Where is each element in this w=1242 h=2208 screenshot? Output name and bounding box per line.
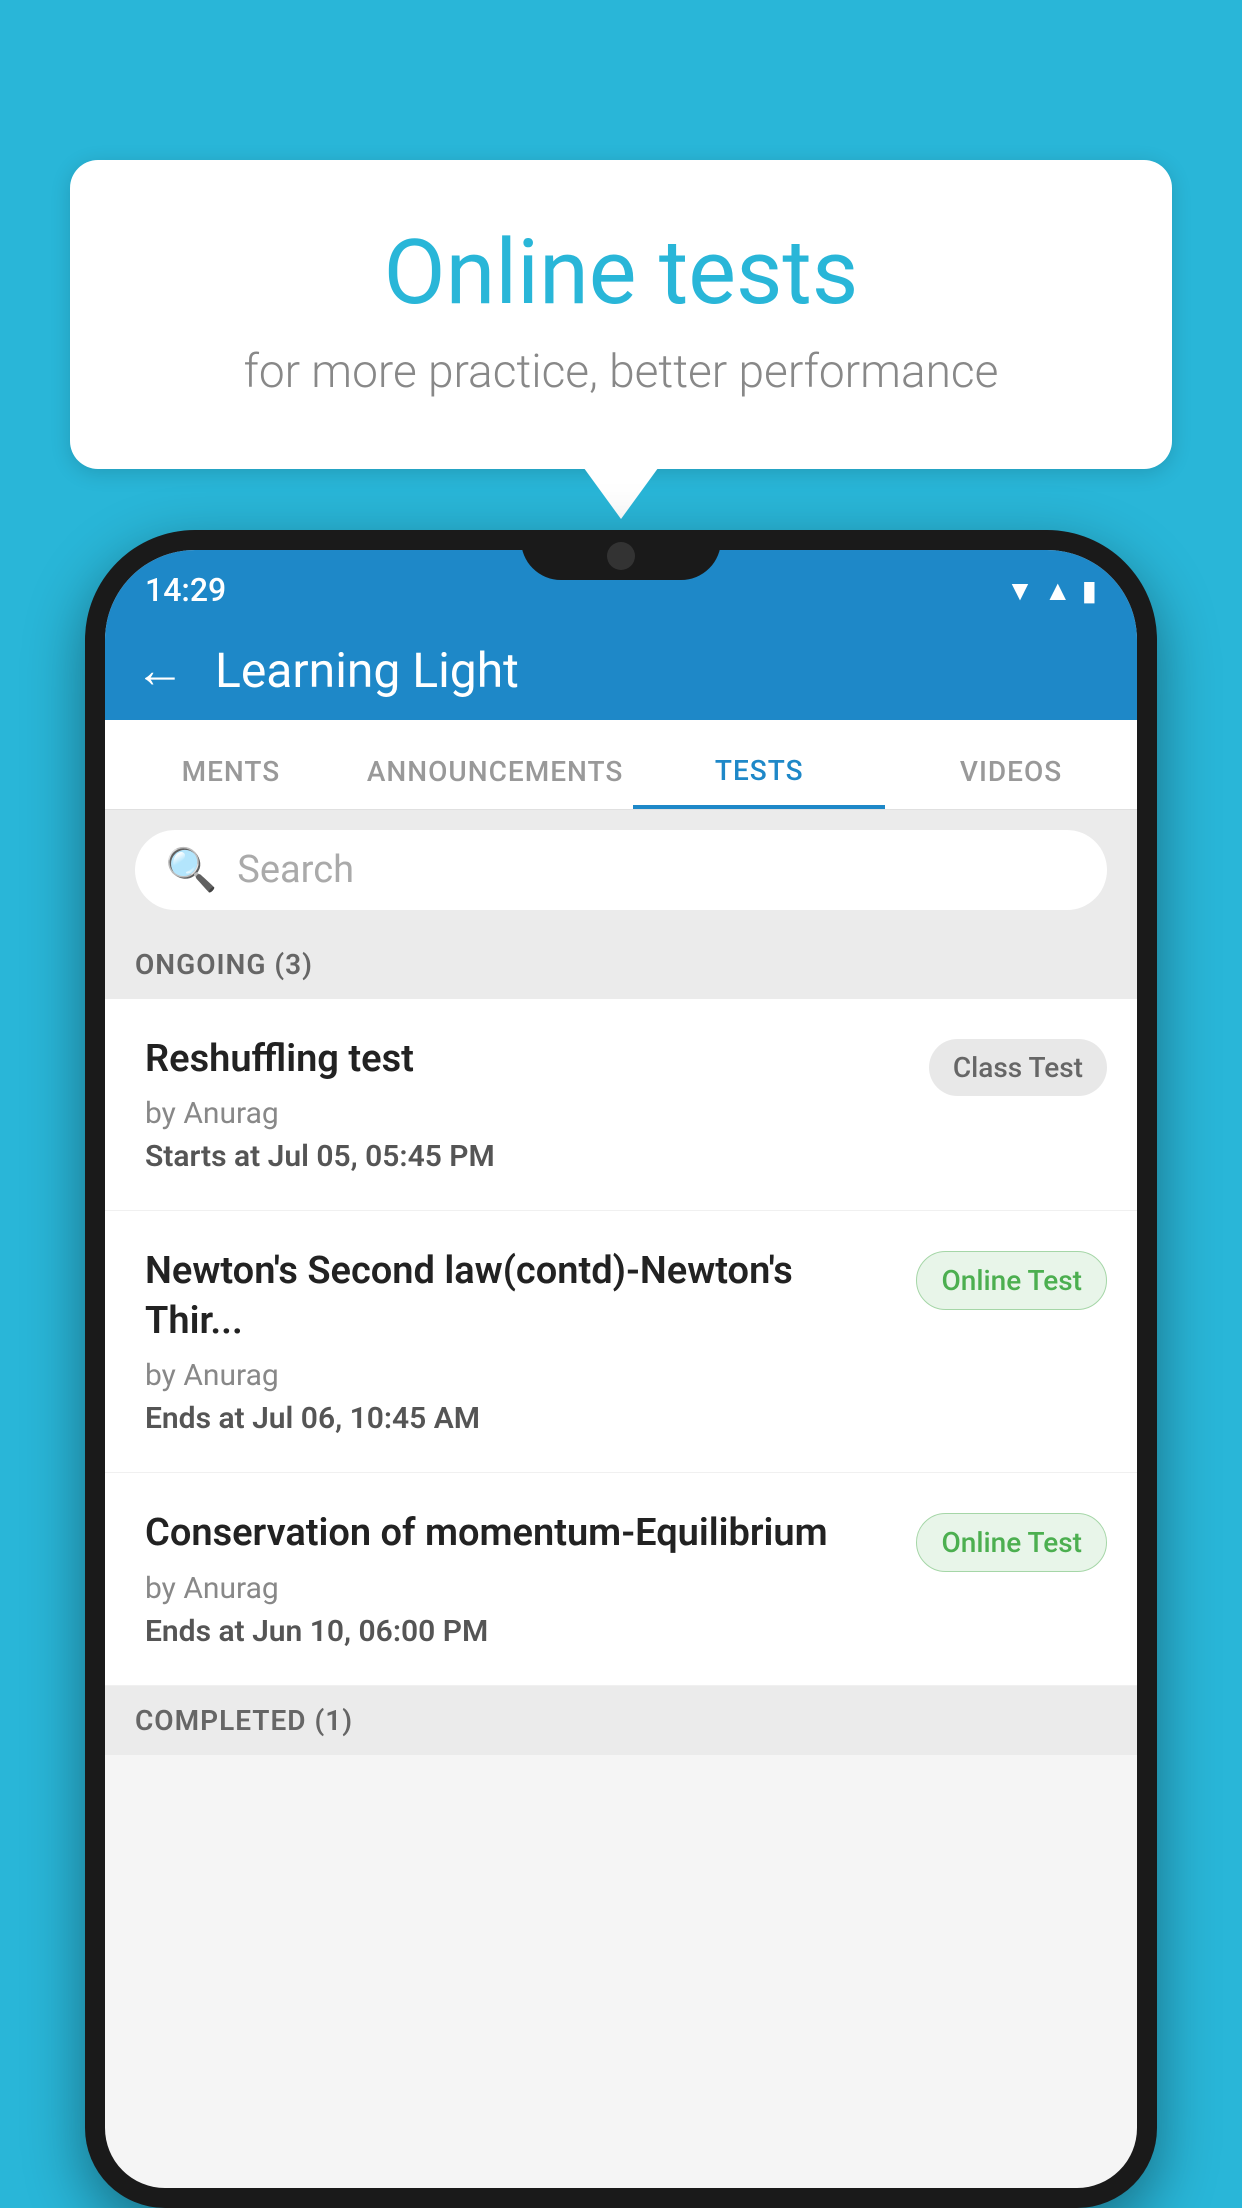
phone-container: 14:29 ▼ ▲ ▮ ← Learning Light MENTS ANNOU… — [85, 530, 1157, 2208]
app-header: ← Learning Light — [105, 620, 1137, 720]
test-name: Reshuffling test — [145, 1035, 909, 1084]
speech-bubble-container: Online tests for more practice, better p… — [70, 160, 1172, 469]
bubble-subtitle: for more practice, better performance — [150, 345, 1092, 399]
ongoing-section-header: ONGOING (3) — [105, 930, 1137, 999]
test-author: by Anurag — [145, 1358, 896, 1393]
status-icons: ▼ ▲ ▮ — [1006, 574, 1097, 607]
phone-camera — [607, 542, 635, 570]
app-title: Learning Light — [215, 642, 519, 699]
signal-icon: ▲ — [1044, 574, 1072, 607]
test-info: Conservation of momentum-Equilibrium by … — [145, 1509, 896, 1648]
search-container: 🔍 Search — [105, 810, 1137, 930]
test-time: Starts at Jul 05, 05:45 PM — [145, 1139, 909, 1174]
test-author: by Anurag — [145, 1096, 909, 1131]
online-test-badge-2: Online Test — [916, 1513, 1107, 1572]
online-test-badge: Online Test — [916, 1251, 1107, 1310]
test-name: Newton's Second law(contd)-Newton's Thir… — [145, 1247, 896, 1346]
test-time: Ends at Jul 06, 10:45 AM — [145, 1401, 896, 1436]
tab-tests[interactable]: TESTS — [633, 754, 885, 809]
search-icon: 🔍 — [165, 846, 217, 895]
wifi-icon: ▼ — [1006, 574, 1034, 607]
back-button[interactable]: ← — [135, 641, 185, 700]
test-item[interactable]: Conservation of momentum-Equilibrium by … — [105, 1473, 1137, 1685]
search-bar[interactable]: 🔍 Search — [135, 830, 1107, 910]
tabs-container: MENTS ANNOUNCEMENTS TESTS VIDEOS — [105, 720, 1137, 810]
phone-notch — [521, 530, 721, 580]
phone-outer: 14:29 ▼ ▲ ▮ ← Learning Light MENTS ANNOU… — [85, 530, 1157, 2208]
speech-bubble: Online tests for more practice, better p… — [70, 160, 1172, 469]
search-input[interactable]: Search — [237, 848, 354, 892]
battery-icon: ▮ — [1082, 574, 1097, 607]
test-item[interactable]: Reshuffling test by Anurag Starts at Jul… — [105, 999, 1137, 1211]
bubble-title: Online tests — [150, 220, 1092, 325]
test-info: Reshuffling test by Anurag Starts at Jul… — [145, 1035, 909, 1174]
test-name: Conservation of momentum-Equilibrium — [145, 1509, 896, 1558]
status-time: 14:29 — [145, 571, 226, 609]
test-list: Reshuffling test by Anurag Starts at Jul… — [105, 999, 1137, 1686]
test-author: by Anurag — [145, 1571, 896, 1606]
phone-screen: 14:29 ▼ ▲ ▮ ← Learning Light MENTS ANNOU… — [105, 550, 1137, 2188]
class-test-badge: Class Test — [929, 1039, 1107, 1096]
tab-videos[interactable]: VIDEOS — [885, 755, 1137, 809]
test-item[interactable]: Newton's Second law(contd)-Newton's Thir… — [105, 1211, 1137, 1473]
completed-section-header: COMPLETED (1) — [105, 1686, 1137, 1755]
test-time: Ends at Jun 10, 06:00 PM — [145, 1614, 896, 1649]
test-info: Newton's Second law(contd)-Newton's Thir… — [145, 1247, 896, 1436]
tab-ments[interactable]: MENTS — [105, 755, 357, 809]
tab-announcements[interactable]: ANNOUNCEMENTS — [357, 755, 633, 809]
